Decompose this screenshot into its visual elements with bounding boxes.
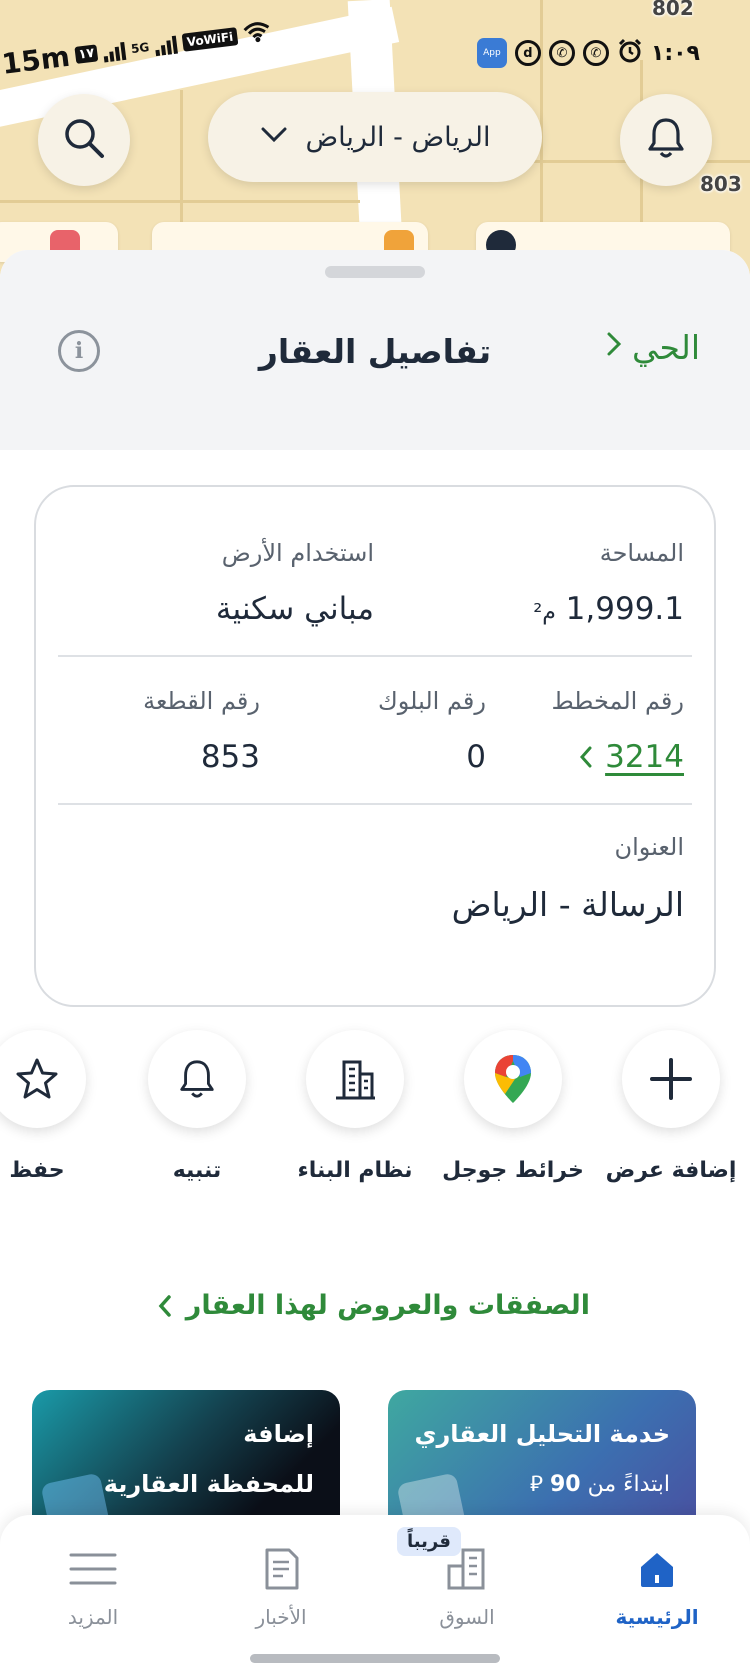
sheet-drag-handle[interactable]: [325, 266, 425, 278]
bell-icon: [148, 1030, 246, 1128]
google-maps-pin-icon: [464, 1030, 562, 1128]
portfolio-line1: إضافة: [243, 1420, 314, 1448]
deals-offers-link[interactable]: الصفقات والعروض لهذا العقار: [158, 1290, 590, 1321]
chevron-left-icon: [158, 1294, 171, 1317]
riyal-icon: ⃁: [529, 1472, 543, 1497]
address-value: الرسالة - الرياض: [451, 885, 684, 924]
app-notification-icon: App: [476, 38, 507, 68]
city-selector[interactable]: الرياض - الرياض: [208, 92, 542, 182]
chevron-down-icon: [260, 126, 288, 148]
plan-number-value: 3214: [605, 739, 684, 775]
building-icon: [306, 1030, 404, 1128]
alarm-icon: [617, 38, 643, 68]
plot-number-value: 853: [200, 739, 260, 775]
building-system-button[interactable]: نظام البناء: [280, 1030, 430, 1183]
alert-button[interactable]: تنبيه: [122, 1030, 272, 1183]
card-divider: [58, 655, 692, 657]
portfolio-line2: للمحفظة العقارية: [103, 1470, 314, 1498]
analysis-price-prefix: ابتداءً من: [587, 1472, 670, 1497]
neighborhood-link-label: الحي: [631, 328, 700, 367]
building-system-label: نظام البناء: [297, 1158, 413, 1183]
save-label: حفظ: [9, 1158, 65, 1183]
signal-icon: [154, 33, 179, 56]
menu-icon: [18, 1543, 168, 1595]
deals-offers-label: الصفقات والعروض لهذا العقار: [185, 1290, 590, 1321]
analysis-service-title: خدمة التحليل العقاري: [414, 1420, 670, 1448]
map-parcel-line: [0, 200, 360, 203]
plus-icon: [622, 1030, 720, 1128]
property-info-card: المساحة 1,999.1 م² استخدام الأرض مباني س…: [34, 485, 716, 1007]
map-parcel-number: 802: [652, 0, 694, 20]
coming-soon-badge: قريباً: [397, 1527, 461, 1556]
address-label: العنوان: [614, 833, 685, 861]
bell-icon: [645, 116, 687, 164]
search-button[interactable]: [38, 94, 130, 186]
nav-home[interactable]: الرئيسية: [582, 1543, 732, 1629]
chevron-right-icon: [606, 330, 622, 365]
add-offer-button[interactable]: إضافة عرض: [596, 1030, 746, 1183]
notification-icon: d: [514, 40, 541, 66]
search-icon: [62, 116, 106, 164]
plot-number-label: رقم القطعة: [143, 687, 260, 715]
google-maps-label: خرائط جوجل: [442, 1158, 584, 1183]
area-number: 1,999.1: [565, 591, 684, 627]
plan-number-link[interactable]: 3214: [579, 739, 684, 775]
area-label: المساحة: [599, 539, 684, 567]
block-number-label: رقم البلوك: [377, 687, 486, 715]
page-title: تفاصيل العقار: [258, 332, 492, 371]
nav-more-label: المزيد: [67, 1605, 119, 1629]
area-value: 1,999.1 م²: [533, 591, 684, 627]
property-details-sheet: i تفاصيل العقار الحي المساحة 1,999.1 م² …: [0, 250, 750, 1680]
chevron-left-icon: [580, 746, 592, 768]
city-selector-label: الرياض - الرياض: [305, 121, 491, 153]
map-parcel-number: 803: [700, 172, 742, 196]
sheet-header: i تفاصيل العقار الحي: [0, 250, 750, 450]
analysis-service-price: ابتداءً من 90 ⃁: [530, 1470, 670, 1498]
home-indicator: [250, 1654, 500, 1663]
nav-news-label: الأخبار: [255, 1605, 307, 1629]
action-row: إضافة عرض خرائط جوجل نظام البناء تنبيه ح…: [0, 1030, 750, 1230]
status-bar: 15m ١٧ 5G VoWiFi App d ✆ ✆ ١:٠٩: [0, 21, 750, 81]
nav-news[interactable]: الأخبار: [206, 1543, 356, 1629]
star-icon: [0, 1030, 86, 1128]
card-divider: [58, 803, 692, 805]
nav-more[interactable]: المزيد: [18, 1543, 168, 1629]
signal-icon: [102, 39, 127, 62]
alert-label: تنبيه: [172, 1158, 222, 1183]
news-document-icon: [206, 1543, 356, 1595]
whatsapp-icon: ✆: [548, 40, 575, 66]
whatsapp-icon: ✆: [582, 40, 609, 66]
google-maps-button[interactable]: خرائط جوجل: [438, 1030, 588, 1183]
status-badge: ١٧: [74, 44, 99, 64]
block-number-value: 0: [466, 739, 486, 775]
status-time: ١:٠٩: [650, 40, 700, 66]
area-unit: م²: [533, 600, 556, 625]
network-type: 5G: [130, 39, 150, 56]
vowifi-badge: VoWiFi: [181, 26, 239, 52]
land-use-label: استخدام الأرض: [221, 539, 374, 567]
analysis-price-value: 90: [549, 1472, 581, 1497]
land-use-value: مباني سكنية: [215, 591, 374, 627]
notifications-button[interactable]: [620, 94, 712, 186]
neighborhood-link[interactable]: الحي: [606, 328, 700, 367]
nav-market-label: السوق: [439, 1605, 495, 1629]
nav-home-label: الرئيسية: [615, 1605, 699, 1629]
home-icon: [582, 1543, 732, 1595]
status-bar-right: App d ✆ ✆ ١:٠٩: [476, 38, 700, 68]
plan-number-label: رقم المخطط: [551, 687, 684, 715]
save-button[interactable]: حفظ: [0, 1030, 112, 1183]
info-icon[interactable]: i: [58, 330, 100, 372]
wifi-icon: [241, 19, 272, 48]
add-offer-label: إضافة عرض: [605, 1158, 737, 1183]
